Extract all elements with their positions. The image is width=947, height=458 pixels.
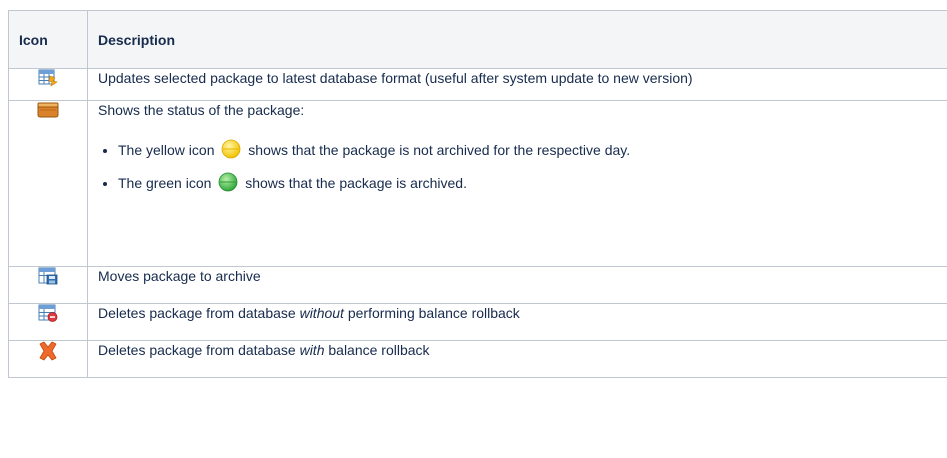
list-item: The green icon <box>118 172 947 192</box>
list-item-text: The yellow icon <box>118 142 215 158</box>
description-text-part: Deletes package from database <box>98 342 296 358</box>
icon-column-header: Icon <box>8 10 88 69</box>
icon-cell <box>8 266 88 304</box>
icon-cell <box>8 340 88 378</box>
yellow-status-icon <box>221 139 241 159</box>
description-text-part: performing balance rollback <box>347 305 520 321</box>
icon-cell <box>8 303 88 341</box>
description-cell: Updates selected package to latest datab… <box>87 68 947 101</box>
list-item-text: shows that the package is not archived f… <box>248 142 631 158</box>
table-delete-icon <box>19 304 77 322</box>
table-header-row: Icon Description <box>8 10 947 69</box>
table-row: Shows the status of the package: The yel… <box>8 100 947 267</box>
description-cell: Deletes package from database with balan… <box>87 340 947 378</box>
package-box-icon <box>19 101 77 119</box>
table-update-icon <box>19 69 77 87</box>
status-list: The yellow icon <box>98 139 947 192</box>
description-text: Shows the status of the package: <box>98 102 305 118</box>
table-row: Deletes package from database with balan… <box>8 340 947 378</box>
list-item-text: The green icon <box>118 175 212 191</box>
description-emphasis: with <box>299 342 325 358</box>
description-text: Moves package to archive <box>98 268 261 284</box>
table-row: Moves package to archive <box>8 266 947 304</box>
description-text: Updates selected package to latest datab… <box>98 70 693 86</box>
description-cell: Shows the status of the package: The yel… <box>87 100 947 267</box>
description-cell: Moves package to archive <box>87 266 947 304</box>
description-text: Deletes package from database without pe… <box>98 304 947 322</box>
list-item-text: shows that the package is archived. <box>245 175 467 191</box>
list-item: The yellow icon <box>118 139 947 159</box>
description-emphasis: without <box>299 305 344 321</box>
description-text: Deletes package from database with balan… <box>98 341 947 359</box>
description-cell: Deletes package from database without pe… <box>87 303 947 341</box>
icon-description-table: Icon Description Updates selected packag… <box>8 10 947 378</box>
icon-cell <box>8 100 88 267</box>
description-text-part: Deletes package from database <box>98 305 296 321</box>
table-row: Deletes package from database without pe… <box>8 303 947 341</box>
description-text-part: balance rollback <box>328 342 430 358</box>
description-column-header: Description <box>87 10 947 69</box>
table-row: Updates selected package to latest datab… <box>8 68 947 101</box>
table-archive-icon <box>19 267 77 285</box>
icon-cell <box>8 68 88 101</box>
green-status-icon <box>218 172 238 192</box>
delete-x-icon <box>19 341 77 361</box>
